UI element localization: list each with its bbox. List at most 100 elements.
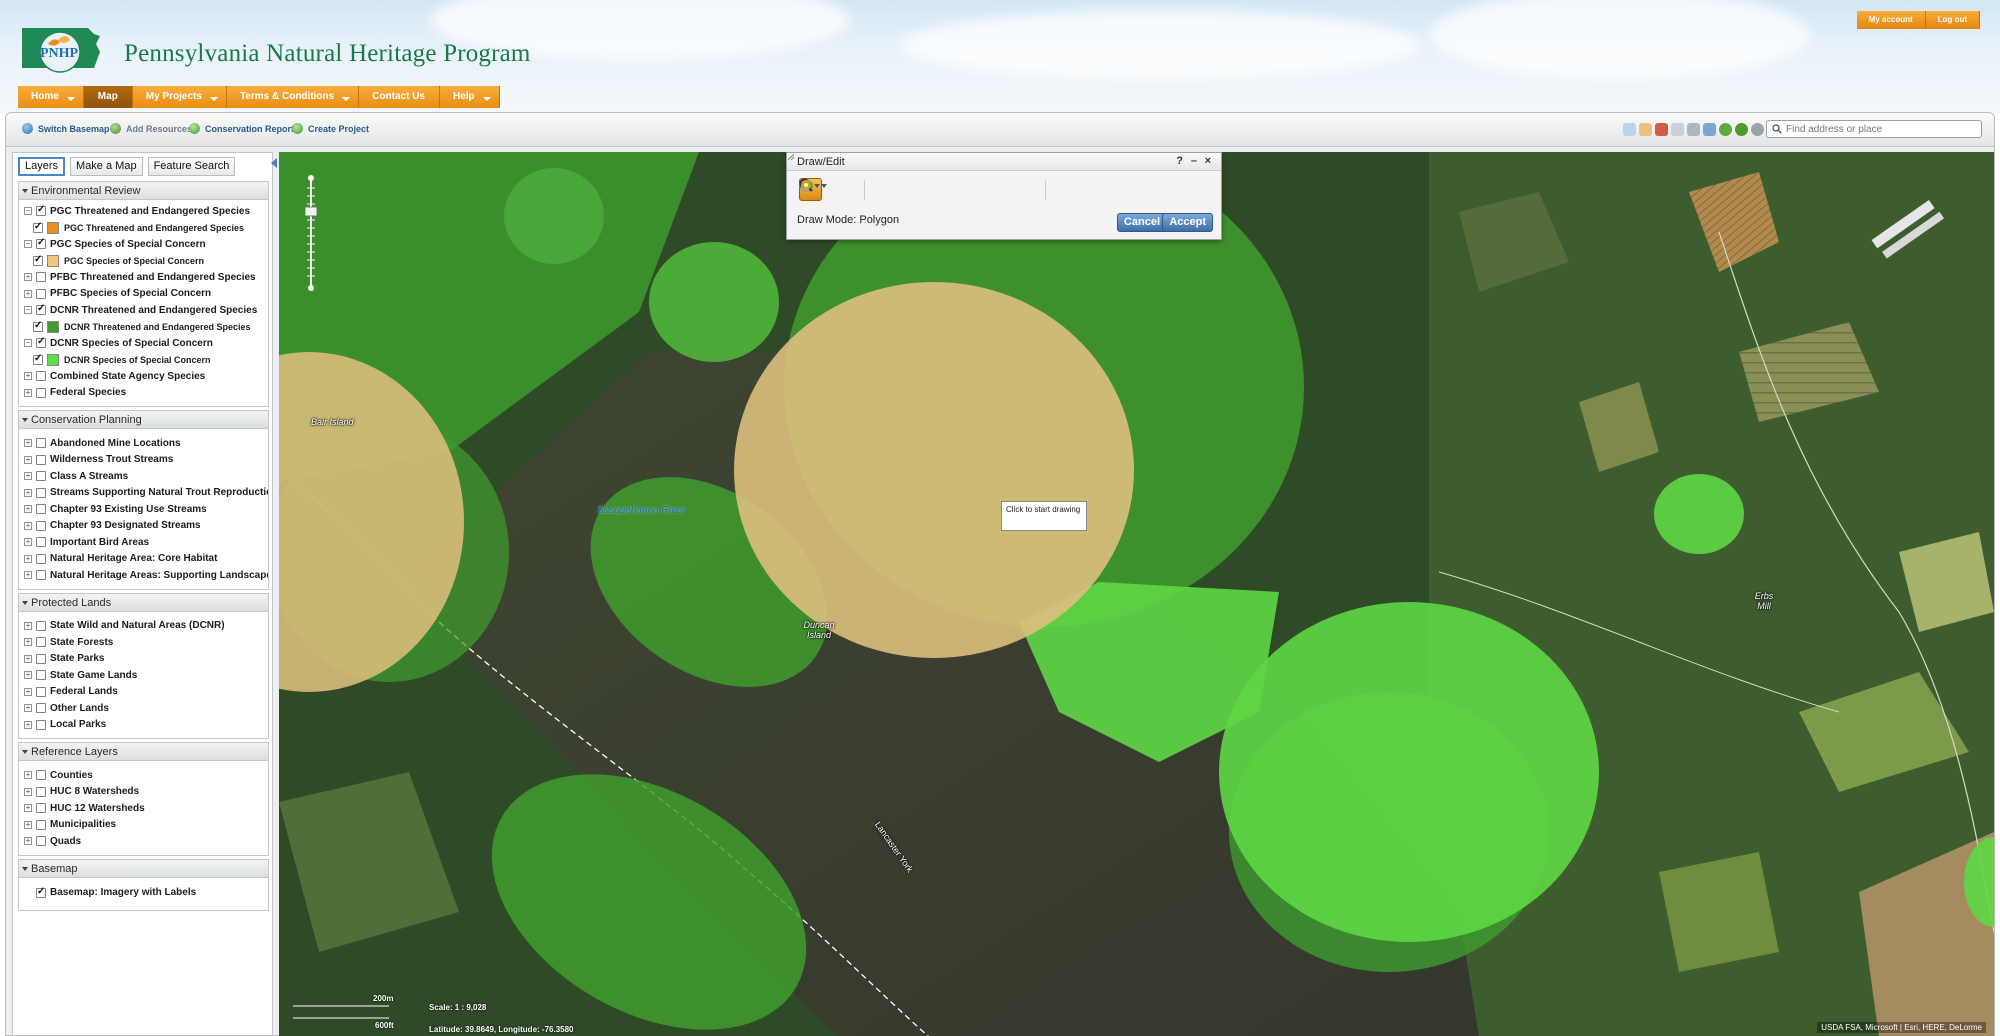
log-out-button[interactable]: Log out xyxy=(1925,11,1980,29)
layers-icon[interactable] xyxy=(1703,123,1716,136)
layer-checkbox[interactable] xyxy=(36,303,46,316)
layer-row[interactable]: − DCNR Threatened and Endangered Species xyxy=(19,302,268,319)
layer-checkbox[interactable] xyxy=(36,819,46,830)
expand-icon[interactable]: + xyxy=(24,455,32,464)
layer-checkbox[interactable] xyxy=(36,487,46,498)
layer-checkbox[interactable] xyxy=(36,786,46,797)
zoom-tool[interactable] xyxy=(799,178,1039,201)
delete-tool[interactable] xyxy=(800,178,1010,201)
resize-handle-icon[interactable] xyxy=(787,153,795,161)
layer-checkbox[interactable] xyxy=(36,703,46,714)
redo-tool[interactable] xyxy=(799,178,981,201)
collapse-icon[interactable]: − xyxy=(24,240,32,249)
layer-checkbox[interactable] xyxy=(36,204,46,217)
pnhp-logo[interactable]: PNHP xyxy=(18,22,104,78)
create-project-button[interactable]: Create Project xyxy=(292,123,369,134)
expand-icon[interactable]: + xyxy=(24,488,32,497)
layer-checkbox[interactable] xyxy=(36,438,46,449)
nav-terms[interactable]: Terms & Conditions xyxy=(226,86,360,108)
cancel-button[interactable]: Cancel xyxy=(1116,213,1167,232)
collapse-icon[interactable]: − xyxy=(24,306,32,315)
layer-checkbox[interactable] xyxy=(36,387,46,398)
layer-row[interactable]: + HUC 8 Watersheds xyxy=(19,784,268,801)
layer-checkbox[interactable] xyxy=(36,686,46,697)
layer-row[interactable]: + State Parks xyxy=(19,651,268,668)
layer-row[interactable]: + Municipalities xyxy=(19,817,268,834)
layer-checkbox[interactable] xyxy=(33,320,43,332)
expand-icon[interactable]: + xyxy=(24,687,32,696)
layer-row[interactable]: + Wilderness Trout Streams xyxy=(19,452,268,469)
expand-icon[interactable]: + xyxy=(24,654,32,663)
layer-row[interactable]: − DCNR Species of Special Concern xyxy=(19,335,268,352)
close-icon[interactable]: × xyxy=(1205,155,1211,167)
layer-row[interactable]: + State Game Lands xyxy=(19,667,268,684)
home-icon[interactable] xyxy=(1735,123,1748,136)
minimize-icon[interactable]: – xyxy=(1191,155,1197,167)
expand-icon[interactable]: + xyxy=(24,804,32,813)
section-environmental-review[interactable]: Environmental Review xyxy=(18,181,269,200)
layer-row[interactable]: + Federal Lands xyxy=(19,684,268,701)
measure-icon[interactable] xyxy=(1639,123,1652,136)
pin-icon[interactable] xyxy=(1655,123,1668,136)
basemap-checkbox[interactable] xyxy=(36,886,46,898)
layer-row[interactable]: + PFBC Species of Special Concern xyxy=(19,286,268,303)
switch-basemap-button[interactable]: Switch Basemap xyxy=(22,123,110,134)
layer-row[interactable]: + Important Bird Areas xyxy=(19,534,268,551)
expand-icon[interactable]: + xyxy=(24,521,32,530)
help-icon[interactable]: ? xyxy=(1176,155,1183,167)
my-account-button[interactable]: My account xyxy=(1856,11,1926,29)
layer-checkbox[interactable] xyxy=(33,221,43,233)
expand-icon[interactable]: + xyxy=(24,554,32,563)
layer-checkbox[interactable] xyxy=(36,537,46,548)
nav-map[interactable]: Map xyxy=(83,86,133,108)
layer-row[interactable]: − PGC Species of Special Concern xyxy=(19,236,268,253)
layer-checkbox[interactable] xyxy=(36,471,46,482)
expand-icon[interactable]: + xyxy=(24,720,32,729)
layer-checkbox[interactable] xyxy=(36,770,46,781)
basemap-row[interactable]: Basemap: Imagery with Labels xyxy=(19,885,268,902)
expand-icon[interactable]: + xyxy=(24,505,32,514)
layer-row[interactable]: + Abandoned Mine Locations xyxy=(19,435,268,452)
layer-checkbox[interactable] xyxy=(33,254,43,266)
select-tool-dropdown[interactable] xyxy=(801,178,858,201)
layer-checkbox[interactable] xyxy=(36,237,46,250)
layer-row[interactable]: + Natural Heritage Areas: Supporting Land… xyxy=(19,567,268,584)
layer-row[interactable]: + Other Lands xyxy=(19,700,268,717)
tab-make-a-map[interactable]: Make a Map xyxy=(70,157,143,176)
expand-icon[interactable]: + xyxy=(24,671,32,680)
layer-checkbox[interactable] xyxy=(36,520,46,531)
expand-icon[interactable]: + xyxy=(24,273,32,282)
expand-icon[interactable]: + xyxy=(24,538,32,547)
layer-checkbox[interactable] xyxy=(36,371,46,382)
layer-row[interactable]: + Streams Supporting Natural Trout Reprod… xyxy=(19,485,268,502)
layer-checkbox[interactable] xyxy=(36,803,46,814)
layer-checkbox[interactable] xyxy=(36,637,46,648)
globe-icon[interactable] xyxy=(1719,123,1732,136)
expand-icon[interactable]: + xyxy=(24,787,32,796)
layer-row[interactable]: + Quads xyxy=(19,833,268,850)
undo-tool[interactable] xyxy=(799,178,952,201)
map-view[interactable]: Bair Island Susquehanna River Duncan Isl… xyxy=(279,152,1994,1036)
layer-row[interactable]: + Class A Streams xyxy=(19,468,268,485)
nav-my-projects[interactable]: My Projects xyxy=(132,86,227,108)
nav-home[interactable]: Home xyxy=(18,86,84,108)
zoom-slider[interactable] xyxy=(305,174,317,292)
layer-checkbox[interactable] xyxy=(36,553,46,564)
layer-checkbox[interactable] xyxy=(36,670,46,681)
tab-feature-search[interactable]: Feature Search xyxy=(147,157,236,176)
layer-checkbox[interactable] xyxy=(36,288,46,299)
nav-contact[interactable]: Contact Us xyxy=(359,86,440,108)
layer-checkbox[interactable] xyxy=(36,570,46,581)
conservation-report-button[interactable]: Conservation Report xyxy=(189,123,294,134)
expand-icon[interactable]: + xyxy=(24,571,32,580)
collapse-panel-icon[interactable] xyxy=(271,158,277,168)
expand-icon[interactable]: + xyxy=(24,771,32,780)
layer-checkbox[interactable] xyxy=(36,336,46,349)
accept-button[interactable]: Accept xyxy=(1162,213,1213,232)
section-conservation-planning[interactable]: Conservation Planning xyxy=(18,410,269,429)
layer-checkbox[interactable] xyxy=(36,504,46,515)
layer-checkbox[interactable] xyxy=(33,353,43,365)
expand-icon[interactable]: + xyxy=(24,472,32,481)
layer-checkbox[interactable] xyxy=(36,719,46,730)
layer-checkbox[interactable] xyxy=(36,653,46,664)
